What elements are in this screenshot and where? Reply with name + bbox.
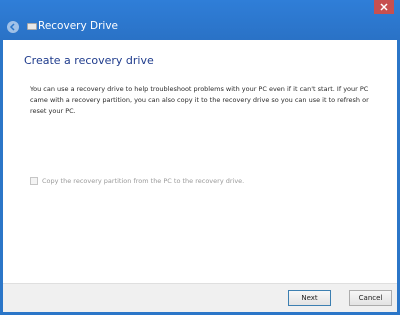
title-bar: Recovery Drive [0, 0, 400, 40]
back-arrow-icon [9, 23, 15, 31]
back-button[interactable] [7, 21, 19, 33]
close-icon [380, 3, 388, 11]
copy-partition-label: Copy the recovery partition from the PC … [42, 176, 245, 185]
window-title: Recovery Drive [38, 20, 119, 32]
cancel-button[interactable]: Cancel [349, 290, 392, 306]
recovery-drive-icon [27, 23, 37, 30]
wizard-panel: Create a recovery drive You can use a re… [3, 40, 397, 312]
copy-partition-option[interactable]: Copy the recovery partition from the PC … [30, 175, 244, 187]
close-button[interactable] [374, 0, 394, 14]
description-text: You can use a recovery drive to help tro… [30, 85, 369, 115]
page-title: Create a recovery drive [24, 54, 154, 67]
next-button[interactable]: Next [288, 290, 331, 306]
wizard-footer: Next Cancel [3, 283, 397, 312]
copy-partition-checkbox[interactable] [30, 177, 38, 185]
